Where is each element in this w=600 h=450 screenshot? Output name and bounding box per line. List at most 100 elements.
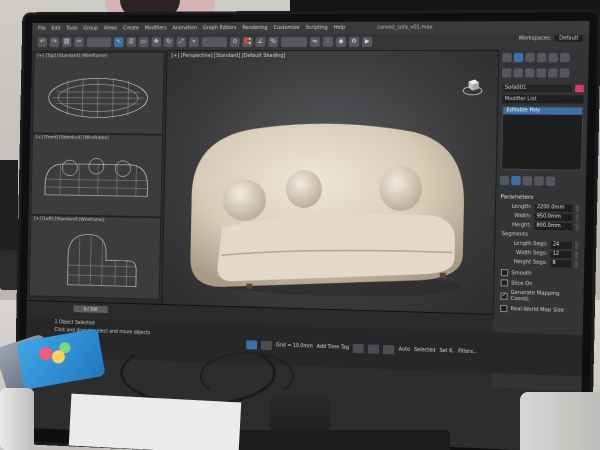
front-viewport[interactable]: [+] [Front] [Standard] [Wireframe] [30, 133, 163, 217]
angle-snap-icon[interactable]: ∠ [255, 37, 265, 47]
stack-item-editable-poly[interactable]: Editable Poly [503, 107, 582, 115]
parameters-rollout-title[interactable]: Parameters [500, 194, 581, 201]
key-filters-button[interactable]: Filters... [458, 349, 478, 355]
left-viewport[interactable]: [+] [Left] [Standard] [Wireframe] [29, 215, 161, 300]
rect-select-icon[interactable]: ▭ [139, 37, 149, 47]
param-value[interactable]: 2200.0mm [535, 204, 573, 212]
cameras-icon[interactable] [536, 68, 546, 77]
link-icon[interactable]: ⛓ [62, 37, 72, 47]
menu-modifiers[interactable]: Modifiers [145, 25, 167, 31]
checkbox[interactable] [501, 279, 508, 286]
reference-coord-dropdown[interactable] [202, 37, 228, 47]
rotate-icon[interactable]: ↻ [164, 37, 174, 47]
object-name-field[interactable]: Sofa001 [503, 84, 573, 91]
go-to-end-icon[interactable] [383, 344, 394, 353]
top-viewport-label[interactable]: [+] [Top] [Standard] [Wireframe] [37, 54, 107, 59]
selected-dropdown[interactable]: Selected [414, 347, 435, 353]
menu-scripting[interactable]: Scripting [305, 25, 327, 31]
move-icon[interactable]: ✥ [151, 37, 161, 47]
slice-on-checkbox-row[interactable]: Slice On [501, 279, 578, 288]
menu-animation[interactable]: Animation [172, 25, 197, 31]
create-tab-icon[interactable] [502, 53, 512, 62]
workspace-selector[interactable]: Workspaces: Default [518, 35, 582, 41]
utilities-tab-icon[interactable] [560, 53, 570, 62]
workspace-value[interactable]: Default [555, 35, 583, 41]
checkbox-checked[interactable]: ✓ [500, 292, 507, 299]
add-time-tag-button[interactable]: Add Time Tag [317, 344, 349, 350]
display-tab-icon[interactable] [548, 53, 558, 62]
show-end-result-icon[interactable] [511, 176, 521, 185]
menu-rendering[interactable]: Rendering [242, 25, 267, 31]
checkbox[interactable] [501, 269, 508, 276]
param-value[interactable]: 12 [550, 250, 571, 258]
menu-create[interactable]: Create [123, 25, 139, 31]
spacewarps-icon[interactable] [560, 68, 570, 77]
menu-edit[interactable]: Edit [51, 26, 60, 32]
selection-filter-dropdown[interactable] [86, 37, 111, 47]
undo-icon[interactable]: ↶ [38, 37, 48, 47]
redo-icon[interactable]: ↷ [50, 37, 60, 47]
menu-tools[interactable]: Tools [66, 26, 78, 32]
pin-stack-icon[interactable] [500, 176, 510, 185]
menu-views[interactable]: Views [104, 26, 118, 32]
front-viewport-label[interactable]: [+] [Front] [Standard] [Wireframe] [36, 135, 109, 141]
remove-modifier-icon[interactable] [534, 176, 544, 185]
scale-icon[interactable]: ⤢ [176, 37, 186, 47]
select-by-name-icon[interactable]: ☰ [126, 37, 136, 47]
align-icon[interactable]: ⫶ [323, 37, 333, 47]
lights-icon[interactable] [525, 68, 535, 77]
param-value[interactable]: 800.0mm [534, 222, 572, 230]
named-selection-dropdown[interactable] [281, 37, 307, 47]
place-icon[interactable]: ⌖ [189, 37, 199, 47]
param-value[interactable]: 8 [550, 259, 571, 267]
modifier-stack[interactable]: Editable Poly [501, 106, 583, 171]
go-to-start-icon[interactable] [353, 343, 364, 352]
helpers-icon[interactable] [548, 68, 558, 77]
render-setup-icon[interactable]: ⚙ [349, 37, 359, 47]
material-editor-icon[interactable]: ◉ [336, 37, 346, 47]
make-unique-icon[interactable] [523, 176, 533, 185]
object-color-swatch[interactable] [575, 84, 584, 91]
geometry-icon[interactable] [502, 68, 512, 77]
spinner-icon[interactable] [575, 223, 578, 230]
menu-help[interactable]: Help [334, 25, 346, 31]
modify-tab-icon[interactable] [514, 53, 524, 62]
mirror-icon[interactable]: ⇋ [310, 37, 320, 47]
spinner-icon[interactable] [575, 251, 578, 258]
front-wireframe [31, 134, 162, 216]
play-icon[interactable] [368, 344, 379, 353]
menu-file[interactable]: File [38, 26, 46, 32]
menu-group[interactable]: Group [83, 26, 98, 32]
smooth-checkbox-row[interactable]: Smooth [501, 269, 578, 278]
select-object-icon[interactable]: ↖ [114, 37, 124, 47]
percent-snap-icon[interactable]: % [268, 37, 278, 47]
spinner-icon[interactable] [576, 204, 579, 211]
configure-sets-icon[interactable] [546, 176, 556, 185]
spinner-icon[interactable] [575, 260, 578, 267]
absolute-mode-icon[interactable] [261, 340, 272, 349]
time-slider[interactable]: 0 / 100 [74, 305, 108, 313]
spinner-icon[interactable] [575, 241, 578, 248]
spinner-icon[interactable] [576, 214, 579, 221]
top-viewport[interactable]: [+] [Top] [Standard] [Wireframe] [32, 52, 165, 135]
menu-customize[interactable]: Customize [273, 25, 299, 31]
mapping-coords-checkbox-row[interactable]: ✓ Generate Mapping Coords. [500, 289, 577, 303]
unlink-icon[interactable]: ✂ [74, 37, 84, 47]
real-world-map-checkbox-row[interactable]: Real-World Map Size [500, 305, 577, 314]
modifier-list-dropdown[interactable]: Modifier List [502, 95, 583, 104]
menu-graph-editors[interactable]: Graph Editors [203, 25, 237, 31]
perspective-viewport[interactable]: [+] [Perspective] [Standard] [Default Sh… [161, 50, 499, 316]
motion-tab-icon[interactable] [537, 53, 547, 62]
hierarchy-tab-icon[interactable] [525, 53, 535, 62]
render-icon[interactable]: ▶ [362, 37, 372, 47]
auto-key-button[interactable]: Auto [399, 347, 410, 352]
shapes-icon[interactable] [513, 68, 523, 77]
pivot-icon[interactable]: ⊙ [230, 37, 240, 47]
snap-icon[interactable]: 🧲 [243, 37, 253, 47]
param-label: Width Segs: [501, 250, 547, 257]
checkbox[interactable] [500, 305, 507, 312]
param-value[interactable]: 950.0mm [534, 213, 572, 221]
desk-cable-loop [200, 352, 294, 400]
set-key-button[interactable]: Set K. [439, 348, 454, 354]
param-value[interactable]: 24 [551, 241, 572, 249]
